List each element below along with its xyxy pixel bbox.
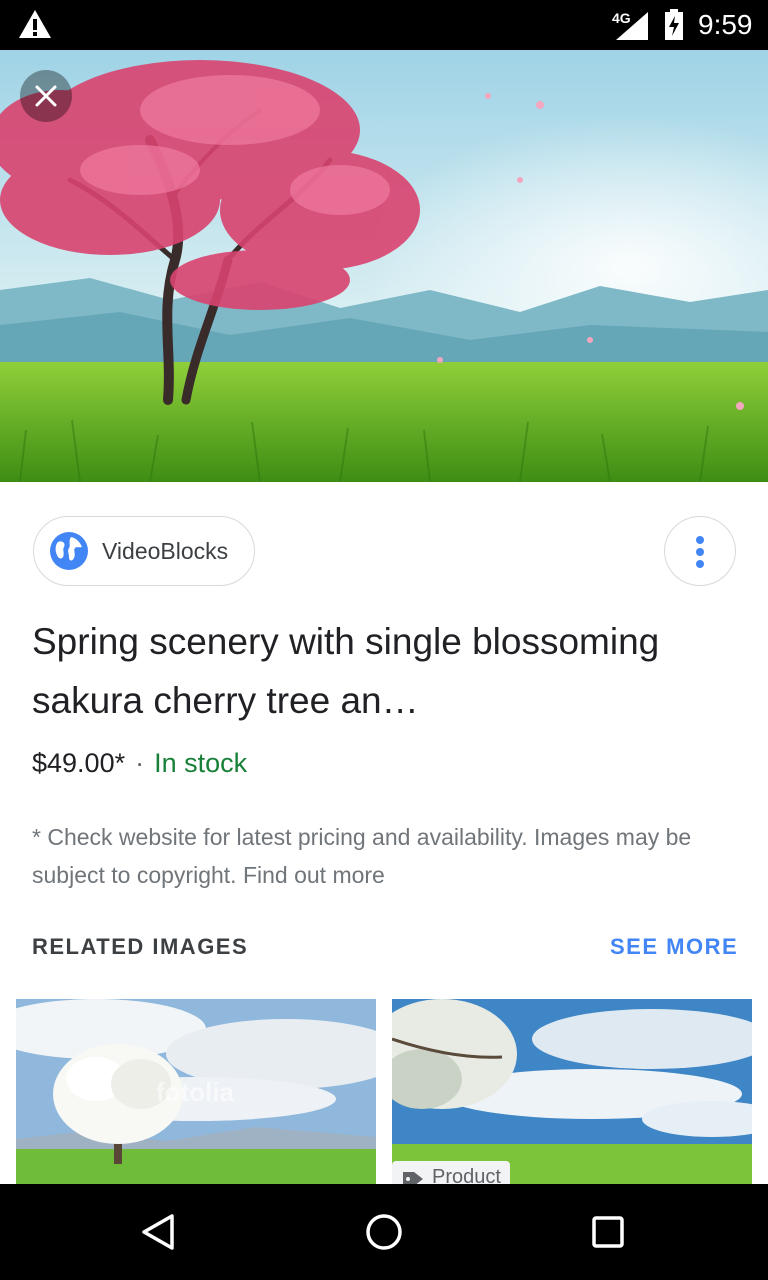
price-row: $49.00* · In stock (32, 748, 247, 779)
related-images-heading: RELATED IMAGES (32, 934, 249, 959)
price: $49.00* (32, 748, 126, 778)
separator: · (135, 748, 145, 778)
globe-icon (50, 532, 88, 570)
stock-status: In stock (154, 748, 248, 778)
see-more-link[interactable]: SEE MORE (610, 934, 738, 960)
product-badge: Product (392, 1161, 510, 1184)
close-icon (35, 85, 57, 107)
network-type: 4G (612, 10, 631, 26)
product-label: Product (432, 1166, 501, 1184)
source-label: VideoBlocks (102, 538, 229, 564)
home-icon[interactable] (364, 1212, 404, 1252)
image-title: Spring scenery with single blossoming sa… (32, 621, 660, 721)
back-icon[interactable] (140, 1212, 180, 1252)
close-button[interactable] (20, 70, 72, 122)
clock: 9:59 (698, 9, 753, 40)
battery-charging-icon (665, 9, 683, 40)
hero-image[interactable] (0, 50, 768, 482)
related-image-2[interactable]: Product (392, 999, 752, 1184)
more-options-button[interactable] (664, 516, 736, 586)
source-chip[interactable]: VideoBlocks (33, 516, 255, 586)
recents-icon[interactable] (588, 1212, 628, 1252)
watermark: fotolia (156, 1077, 234, 1107)
related-image-1[interactable]: fotolia (16, 999, 376, 1184)
tag-icon (403, 1172, 423, 1184)
disclaimer[interactable]: * Check website for latest pricing and a… (32, 818, 742, 894)
status-bar: 4G 9:59 (0, 0, 768, 50)
navigation-bar (0, 1184, 768, 1280)
warning-icon (19, 10, 51, 38)
